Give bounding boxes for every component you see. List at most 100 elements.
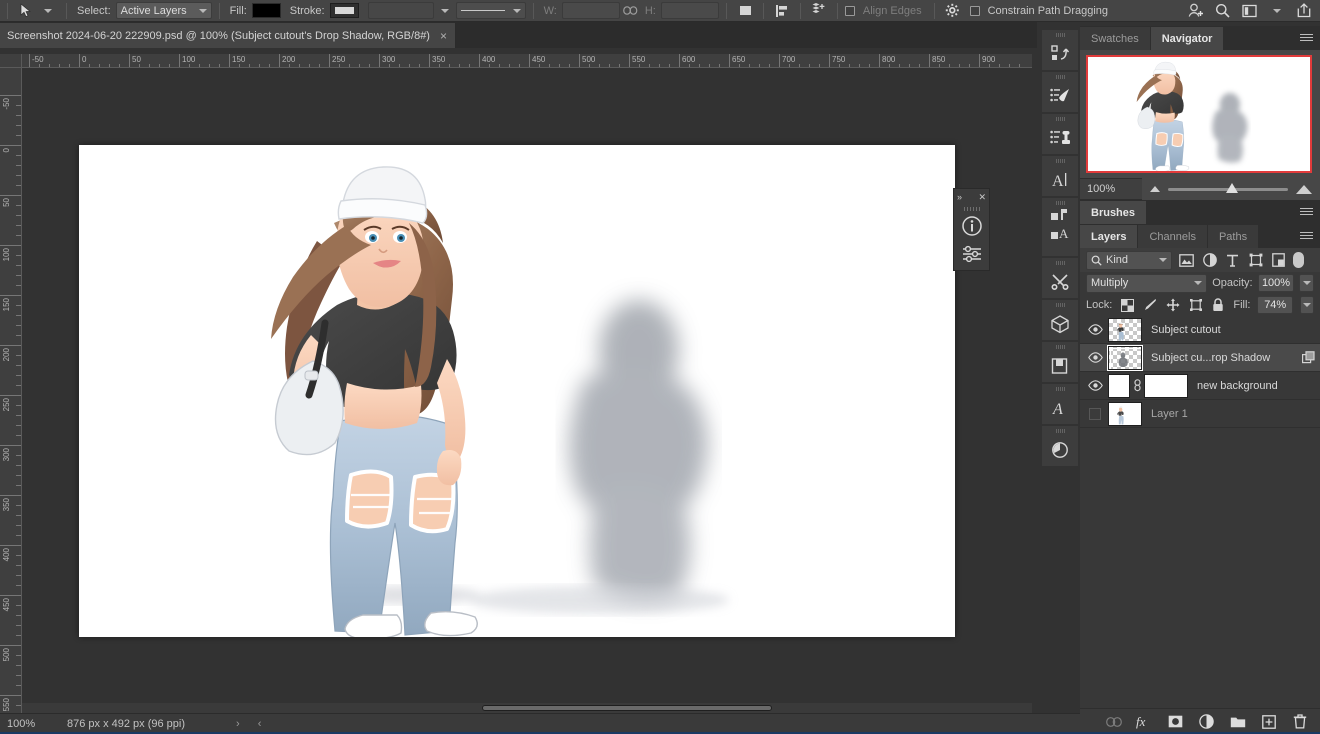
link-icon[interactable] [1130,379,1144,392]
lock-image-icon[interactable] [1142,297,1158,314]
character-icon[interactable]: A [1042,156,1078,196]
close-icon[interactable]: × [440,30,447,42]
adjustment-layer-filter-icon[interactable] [1201,252,1218,269]
timeline-tools-icon[interactable] [1042,258,1078,298]
lock-artboard-icon[interactable] [1188,297,1204,314]
document-tab[interactable]: Screenshot 2024-06-20 222909.psd @ 100% … [0,23,456,48]
chevron-down-icon[interactable] [1268,2,1285,19]
layer-mask-thumbnail[interactable] [1144,373,1188,398]
layer-thumbnail[interactable] [1108,373,1130,398]
panel-grip[interactable] [1055,159,1065,163]
tool-preset-chevron-icon[interactable] [37,2,59,20]
layer-name[interactable]: Subject cu...rop Shadow [1151,352,1296,364]
select-dropdown[interactable]: Active Layers [115,2,212,19]
panel-grip[interactable] [1055,429,1065,433]
filter-toggle-icon[interactable] [1293,252,1304,268]
opacity-input[interactable]: 100% [1257,274,1295,292]
history-icon[interactable] [1042,426,1078,466]
fill-color-swatch[interactable] [251,3,281,18]
horizontal-ruler[interactable]: -50 0 50 100 150 200 250 300 350 400 450 500 550 600 6… [22,54,1032,68]
fill-input[interactable]: 74% [1257,296,1293,314]
layer-style-fx-icon[interactable]: fx [1136,713,1153,730]
zoom-slider-knob[interactable] [1225,182,1238,193]
shape-layer-filter-icon[interactable] [1247,252,1264,269]
new-group-icon[interactable] [1229,713,1246,730]
navigator-zoom-value[interactable]: 100% [1080,183,1142,195]
glyphs-icon[interactable]: A [1042,384,1078,424]
stroke-color-swatch[interactable] [329,3,359,18]
status-next-icon[interactable]: › [227,718,249,730]
width-input[interactable] [561,2,620,19]
layer-thumbnail[interactable] [1108,401,1142,426]
workspace-icon[interactable] [1241,2,1258,19]
panel-grip[interactable] [1055,345,1065,349]
actions-icon[interactable] [1042,30,1078,70]
adjustments-sliders-icon[interactable] [954,240,989,268]
zoom-slider-rail[interactable] [1168,182,1288,193]
align-edges-checkbox[interactable] [844,5,855,16]
tab-navigator[interactable]: Navigator [1150,27,1225,50]
panel-grip[interactable] [1055,387,1065,391]
adjustment-layer-icon[interactable] [1198,713,1215,730]
add-mask-icon[interactable] [1167,713,1184,730]
panel-menu-icon[interactable] [1300,32,1313,43]
stroke-style-dropdown[interactable] [455,2,526,19]
search-icon[interactable] [1214,2,1231,19]
layer-visibility-toggle[interactable] [1082,352,1108,363]
panel-grip[interactable] [1055,117,1065,121]
vertical-ruler[interactable]: -50 0 50 100 150 200 250 300 350 400 450 500 550 [0,68,22,713]
type-layer-filter-icon[interactable] [1224,252,1241,269]
table-row[interactable]: Subject cu...rop Shadow [1080,344,1320,372]
canvas-horizontal-scrollbar[interactable] [22,703,1032,713]
layer-list[interactable]: Subject cutout Subject cu...rop Shadow n… [1080,316,1320,492]
status-zoom-level[interactable]: 100% [0,718,62,730]
pixel-layer-filter-icon[interactable] [1178,252,1195,269]
lock-transparency-icon[interactable] [1119,297,1135,314]
link-layers-icon[interactable] [1105,713,1122,730]
canvas-area[interactable]: » ✕ [22,68,1032,713]
align-tool-icon[interactable] [734,2,756,20]
tab-layers[interactable]: Layers [1080,225,1139,248]
stroke-width-chevron-icon[interactable] [434,2,456,20]
layer-thumbnail[interactable] [1108,317,1142,342]
new-layer-icon[interactable] [1260,713,1277,730]
auto-select-layers-icon[interactable] [808,2,830,20]
lock-position-icon[interactable] [1165,297,1181,314]
user-add-icon[interactable] [1187,2,1204,19]
panel-menu-icon[interactable] [1300,206,1313,217]
delete-layer-icon[interactable] [1291,713,1308,730]
layer-thumbnail[interactable] [1107,344,1143,371]
expand-panel-icon[interactable]: » [957,192,962,202]
stroke-width-field[interactable] [367,2,434,19]
layer-name[interactable]: Layer 1 [1151,408,1320,420]
distribute-icon[interactable] [771,2,793,20]
layer-visibility-toggle[interactable] [1082,380,1108,391]
navigator-body[interactable] [1080,50,1320,178]
close-icon[interactable]: ✕ [978,192,986,203]
panel-grip[interactable] [954,205,989,212]
tab-swatches[interactable]: Swatches [1080,27,1151,50]
info-icon[interactable] [954,212,989,240]
libraries-icon[interactable] [1042,342,1078,382]
status-document-size[interactable]: 876 px x 492 px (96 ppi) [62,718,185,730]
panel-grip[interactable] [1055,201,1065,205]
height-input[interactable] [660,2,719,19]
navigator-thumbnail[interactable] [1086,55,1312,173]
opacity-scrubber-chevron[interactable] [1299,274,1314,292]
3d-icon[interactable] [1042,300,1078,340]
table-row[interactable]: Subject cutout [1080,316,1320,344]
move-tool-icon[interactable] [15,2,37,20]
layer-visibility-toggle[interactable] [1082,324,1108,335]
navigator-zoom-slider[interactable] [1142,178,1320,200]
scrollbar-thumb[interactable] [482,705,772,711]
zoom-out-icon[interactable] [1150,186,1160,192]
layer-comps-icon[interactable]: A [1042,198,1078,256]
zoom-in-icon[interactable] [1296,184,1312,194]
panel-grip[interactable] [1055,303,1065,307]
panel-grip[interactable] [1055,75,1065,79]
artboard[interactable] [79,145,955,637]
layer-visibility-toggle[interactable] [1082,407,1108,420]
tab-brushes[interactable]: Brushes [1080,201,1148,224]
panel-grip[interactable] [1055,261,1065,265]
layer-name[interactable]: new background [1197,380,1320,392]
